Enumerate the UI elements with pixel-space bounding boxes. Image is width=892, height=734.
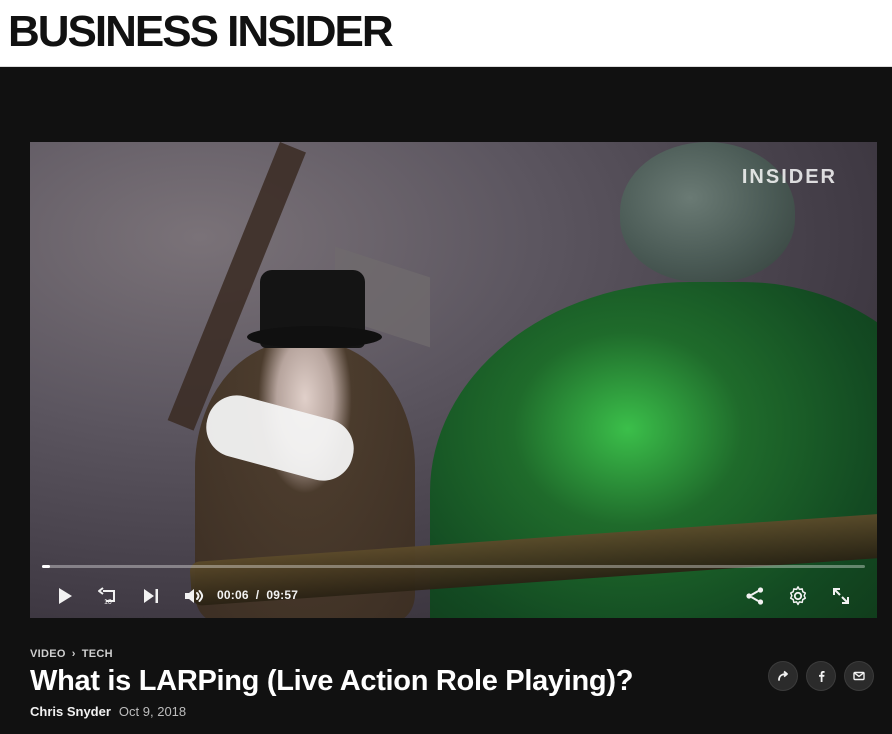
progress-bar[interactable] — [42, 565, 865, 568]
video-player[interactable]: INSIDER 10 00:06 / 09:57 — [30, 142, 877, 618]
rewind-10-button[interactable]: 10 — [94, 582, 122, 610]
rewind-10-label: 10 — [104, 599, 112, 606]
share-button[interactable] — [741, 582, 769, 610]
settings-button[interactable] — [784, 582, 812, 610]
volume-button[interactable] — [180, 582, 208, 610]
author-name[interactable]: Chris Snyder — [30, 704, 111, 719]
time-separator: / — [252, 588, 263, 602]
time-display: 00:06 / 09:57 — [217, 588, 298, 602]
share-arrow-button[interactable] — [768, 661, 798, 691]
video-frame-mask — [620, 142, 795, 282]
breadcrumb-chevron-icon: › — [71, 648, 76, 660]
fullscreen-icon — [833, 588, 849, 604]
volume-icon — [185, 589, 204, 603]
breadcrumb: VIDEO › TECH — [30, 648, 772, 660]
fullscreen-button[interactable] — [827, 582, 855, 610]
skip-next-icon — [144, 589, 158, 603]
video-controls: 10 00:06 / 09:57 — [30, 574, 877, 618]
publish-date: Oct 9, 2018 — [118, 704, 187, 719]
rewind-10-icon: 10 — [98, 587, 115, 606]
site-header: BUSINESS INSIDER — [0, 0, 892, 67]
insider-watermark: INSIDER — [741, 166, 837, 188]
share-buttons — [768, 661, 874, 691]
breadcrumb-tech[interactable]: TECH — [82, 648, 113, 660]
facebook-button[interactable] — [806, 661, 836, 691]
progress-fill — [42, 565, 51, 568]
share-icon — [746, 587, 764, 605]
business-insider-logo[interactable]: BUSINESS INSIDER — [8, 6, 394, 58]
duration: 09:57 — [266, 588, 299, 602]
share-arrow-icon — [778, 670, 788, 681]
email-button[interactable] — [844, 661, 874, 691]
article-title: What is LARPing (Live Action Role Playin… — [30, 665, 634, 697]
facebook-icon — [819, 671, 825, 682]
current-time: 00:06 — [217, 588, 249, 602]
gear-icon — [789, 586, 807, 606]
breadcrumb-video[interactable]: VIDEO — [30, 648, 66, 660]
video-frame-hat-brim — [247, 326, 382, 348]
next-button[interactable] — [137, 582, 165, 610]
email-icon — [853, 671, 865, 681]
article-meta: VIDEO › TECH What is LARPing (Live Actio… — [30, 648, 772, 719]
play-button[interactable] — [51, 582, 79, 610]
play-icon — [59, 588, 72, 604]
byline: Chris Snyder Oct 9, 2018 — [30, 704, 772, 719]
